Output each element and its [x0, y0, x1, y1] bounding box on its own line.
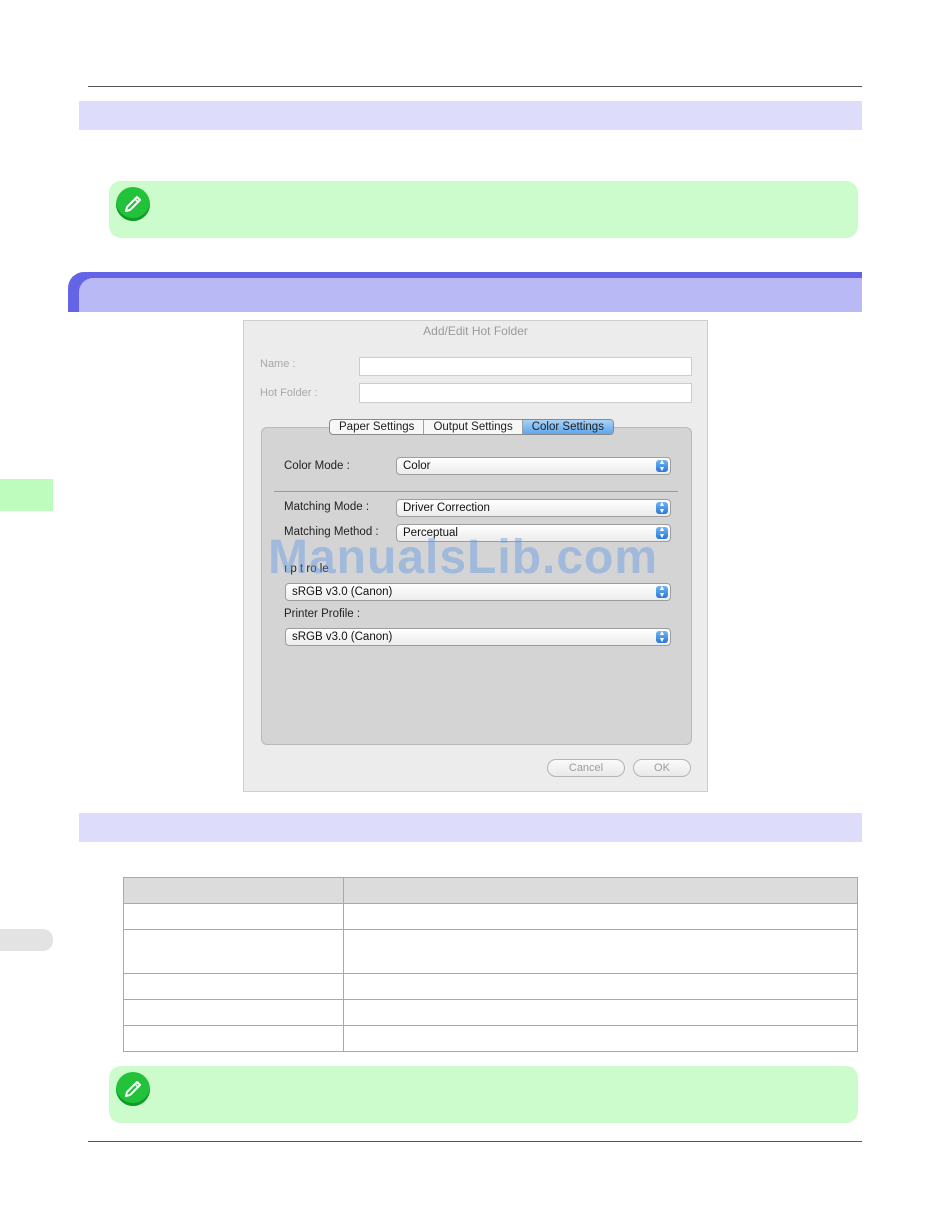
ok-button[interactable]: OK — [633, 759, 691, 777]
table-cell — [343, 877, 858, 904]
matching-mode-value: Driver Correction — [403, 502, 490, 514]
top-rule — [88, 86, 862, 87]
note-box-2 — [109, 1066, 858, 1123]
table-cell — [123, 877, 344, 904]
tab-paper-settings[interactable]: Paper Settings — [330, 420, 425, 434]
printer-profile-value: sRGB v3.0 (Canon) — [292, 631, 393, 643]
table-cell — [123, 999, 344, 1026]
printer-profile-label: Printer Profile : — [284, 608, 361, 620]
popup-arrows-icon: ▲ ▼ — [656, 585, 668, 599]
name-field[interactable] — [359, 357, 692, 376]
dialog-title: Add/Edit Hot Folder — [423, 324, 528, 338]
matching-mode-label: Matching Mode : — [284, 501, 370, 513]
note-box-1 — [109, 181, 858, 238]
cancel-button[interactable]: Cancel — [547, 759, 625, 777]
hot-folder-field[interactable] — [359, 383, 692, 403]
color-mode-label: Color Mode : — [284, 460, 350, 472]
input-profile-value: sRGB v3.0 (Canon) — [292, 586, 393, 598]
table-row — [123, 903, 858, 930]
name-label: Name : — [260, 358, 296, 370]
table-cell — [343, 999, 858, 1026]
section-band-2 — [79, 813, 862, 842]
popup-arrows-icon: ▲ ▼ — [656, 630, 668, 644]
section-band-1 — [79, 101, 862, 130]
side-tab-gray — [0, 929, 53, 951]
matching-mode-popup[interactable]: Driver Correction ▲ ▼ — [396, 499, 671, 517]
settings-table — [123, 877, 858, 1052]
printer-profile-popup[interactable]: sRGB v3.0 (Canon) ▲ ▼ — [285, 628, 671, 646]
popup-arrows-icon: ▲ ▼ — [656, 459, 668, 473]
tab-output-settings[interactable]: Output Settings — [424, 420, 523, 434]
table-cell — [123, 973, 344, 1000]
table-cell — [343, 929, 858, 974]
table-row — [123, 1025, 858, 1052]
watermark: ManualsLib.com — [268, 531, 659, 584]
hot-folder-label: Hot Folder : — [260, 387, 318, 399]
table-row — [123, 973, 858, 1000]
table-cell — [123, 929, 344, 974]
table-row — [123, 999, 858, 1026]
tab-color-settings[interactable]: Color Settings — [522, 420, 613, 434]
table-cell — [343, 973, 858, 1000]
table-cell — [343, 1025, 858, 1052]
table-cell — [343, 903, 858, 930]
bottom-rule — [88, 1141, 862, 1142]
heading-band — [79, 278, 862, 312]
input-profile-popup[interactable]: sRGB v3.0 (Canon) ▲ ▼ — [285, 583, 671, 601]
table-row — [123, 929, 858, 974]
settings-tabs: Paper Settings Output Settings Color Set… — [329, 419, 614, 435]
table-header-row — [123, 877, 858, 904]
color-mode-value: Color — [403, 460, 431, 472]
popup-arrows-icon: ▲ ▼ — [656, 501, 668, 515]
table-cell — [123, 903, 344, 930]
side-tab-green — [0, 479, 53, 511]
color-mode-popup[interactable]: Color ▲ ▼ — [396, 457, 671, 475]
table-cell — [123, 1025, 344, 1052]
panel-separator — [274, 491, 678, 492]
pencil-note-icon — [116, 187, 150, 221]
pencil-note-icon — [116, 1072, 150, 1106]
